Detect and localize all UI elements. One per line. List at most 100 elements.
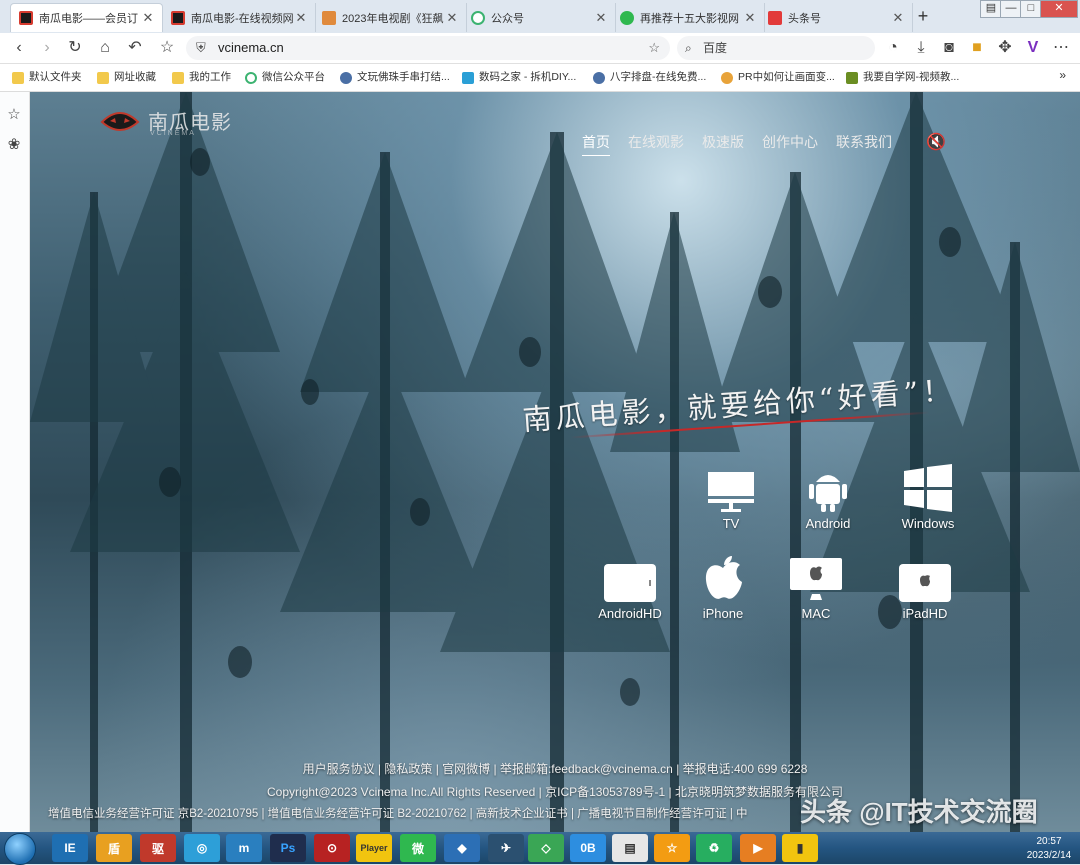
clock-date: 2023/2/14 [1026, 850, 1072, 861]
taskbar-app[interactable]: m [226, 834, 262, 862]
platform-tv[interactable]: TV [689, 464, 773, 531]
site-favicon-icon [471, 10, 485, 25]
platform-android[interactable]: Android [786, 464, 870, 531]
close-tab-icon[interactable]: ✕ [892, 10, 904, 26]
bookmark-item[interactable]: 八字排盘-在线免费... [593, 69, 706, 86]
platform-label: TV [722, 516, 740, 531]
download-icon[interactable]: ⤓ [910, 37, 932, 59]
search-box[interactable]: ⌕ 百度 [677, 36, 875, 60]
shield-icon: ⛨ [196, 40, 206, 55]
tablet-icon [604, 564, 656, 602]
taskbar-app[interactable]: Player [356, 834, 392, 862]
bookmark-label: 我的工作 [189, 71, 231, 83]
new-tab-button[interactable]: + [912, 6, 934, 28]
taskbar-app[interactable]: ▮ [782, 834, 818, 862]
bookmark-item[interactable]: 数码之家 - 拆机DIY... [462, 69, 576, 86]
forward-icon[interactable]: › [36, 37, 58, 59]
platform-ipadhd[interactable]: iPadHD [883, 554, 967, 621]
bookmark-item[interactable]: 默认文件夹 [12, 69, 82, 86]
taskbar-app[interactable]: ⊙ [314, 834, 350, 862]
site-icon [721, 71, 733, 84]
platform-windows[interactable]: Windows [886, 464, 970, 531]
favorites-star-icon[interactable]: ☆ [5, 106, 23, 124]
reload-icon[interactable]: ↻ [64, 37, 86, 59]
taskbar-app[interactable]: ▶ [740, 834, 776, 862]
taskbar-app[interactable]: ◆ [444, 834, 480, 862]
taskbar-app[interactable]: 0B [570, 834, 606, 862]
start-button[interactable] [4, 833, 36, 865]
taskbar-app[interactable]: IE [52, 834, 88, 862]
site-icon [462, 71, 474, 84]
system-clock[interactable]: 20:57 2023/2/14 [1018, 832, 1080, 864]
menu-icon[interactable]: ▤ [980, 0, 1002, 18]
bookmark-item[interactable]: 微信公众平台 [245, 69, 325, 86]
home-icon[interactable]: ⌂ [94, 37, 116, 59]
bookmark-item[interactable]: 我要自学网-视频教... [846, 69, 959, 86]
back-icon[interactable]: ‹ [8, 37, 30, 59]
taskbar-app[interactable]: ☆ [654, 834, 690, 862]
puzzle-icon[interactable]: ✥ [994, 37, 1016, 59]
nav-contact[interactable]: 联系我们 [836, 132, 892, 156]
footer-links[interactable]: 用户服务协议 | 隐私政策 | 官网微博 | 举报邮箱:feedback@vci… [30, 760, 1080, 777]
bookmark-item[interactable]: 文玩佛珠手串打结... [340, 69, 450, 86]
pumpkin-logo-icon[interactable] [98, 108, 142, 136]
taskbar-app[interactable]: Ps [270, 834, 306, 862]
watermark: 头条 @IT技术交流圈 [800, 792, 1038, 829]
bookmark-label: 网址收藏 [114, 71, 156, 83]
v-extension-icon[interactable]: V [1022, 37, 1044, 59]
close-tab-icon[interactable]: ✕ [595, 10, 607, 26]
refresh-circle-icon[interactable]: ◔ [882, 37, 904, 59]
nav-home[interactable]: 首页 [582, 132, 610, 156]
taskbar-app[interactable]: ◎ [184, 834, 220, 862]
favorite-star-icon[interactable]: ☆ [156, 37, 178, 59]
bookmark-item[interactable]: 网址收藏 [97, 69, 156, 86]
bookmark-item[interactable]: PR中如何让画面变... [721, 69, 835, 86]
tab-1[interactable]: 南瓜电影-在线视频网 ✕ [163, 3, 316, 32]
address-text: vcinema.cn [218, 40, 284, 55]
taskbar-app[interactable]: ♻ [696, 834, 732, 862]
maximize-button[interactable]: □ [1020, 0, 1042, 18]
taskbar-app[interactable]: ▤ [612, 834, 648, 862]
close-window-button[interactable]: ✕ [1040, 0, 1078, 18]
nav-creator-center[interactable]: 创作中心 [762, 132, 818, 156]
platform-androidhd[interactable]: AndroidHD [588, 554, 672, 621]
bookmarks-more-button[interactable]: » [1059, 68, 1066, 82]
mute-icon[interactable]: 🔇 [926, 132, 946, 152]
bookmark-item[interactable]: 我的工作 [172, 69, 231, 86]
tab-2[interactable]: 2023年电视剧《狂飙 ✕ [314, 3, 467, 32]
undo-close-icon[interactable]: ↶ [124, 37, 146, 59]
watermark-text: 头条 @IT技术交流圈 [800, 797, 1038, 827]
close-tab-icon[interactable]: ✕ [295, 10, 307, 26]
tab-title: 2023年电视剧《狂飙 [342, 12, 444, 25]
minimize-button[interactable]: — [1000, 0, 1022, 18]
platform-iphone[interactable]: iPhone [681, 554, 765, 621]
nav-online-watch[interactable]: 在线观影 [628, 132, 684, 156]
folder-icon [97, 71, 109, 84]
extensions-icon[interactable]: ❀ [5, 136, 23, 154]
extension-icon[interactable]: ■ [966, 37, 988, 59]
web-page: 南瓜电影 VCINEMA 首页 在线观影 极速版 创作中心 联系我们 🔇 南瓜电… [30, 92, 1080, 832]
search-icon: ⌕ [685, 41, 692, 55]
tab-4[interactable]: 再推荐十五大影视网 ✕ [612, 3, 765, 32]
taskbar-app[interactable]: 驱 [140, 834, 176, 862]
bookmark-label: 数码之家 - 拆机DIY... [479, 71, 577, 83]
taskbar-app[interactable]: 微 [400, 834, 436, 862]
taskbar-app[interactable]: ✈ [488, 834, 524, 862]
close-tab-icon[interactable]: ✕ [446, 10, 458, 26]
bookmark-label: 我要自学网-视频教... [863, 71, 960, 83]
close-tab-icon[interactable]: ✕ [142, 10, 154, 26]
bookmark-label: 默认文件夹 [29, 71, 82, 83]
tab-3[interactable]: 公众号 ✕ [463, 3, 616, 32]
platform-mac[interactable]: MAC [774, 554, 858, 621]
address-bar[interactable]: ⛨ vcinema.cn ☆ [186, 36, 670, 60]
taskbar-app[interactable]: ◇ [528, 834, 564, 862]
taskbar-app[interactable]: 盾 [96, 834, 132, 862]
bookmark-star-icon[interactable]: ☆ [648, 36, 660, 60]
tab-0[interactable]: 南瓜电影——会员订 ✕ [10, 3, 163, 32]
close-tab-icon[interactable]: ✕ [744, 10, 756, 26]
platform-label: Android [805, 516, 851, 531]
menu-dots-icon[interactable]: ⋯ [1050, 37, 1072, 59]
tab-5[interactable]: 头条号 ✕ [760, 3, 913, 32]
nav-lite[interactable]: 极速版 [702, 132, 744, 156]
screenshot-icon[interactable]: ◙ [938, 37, 960, 59]
